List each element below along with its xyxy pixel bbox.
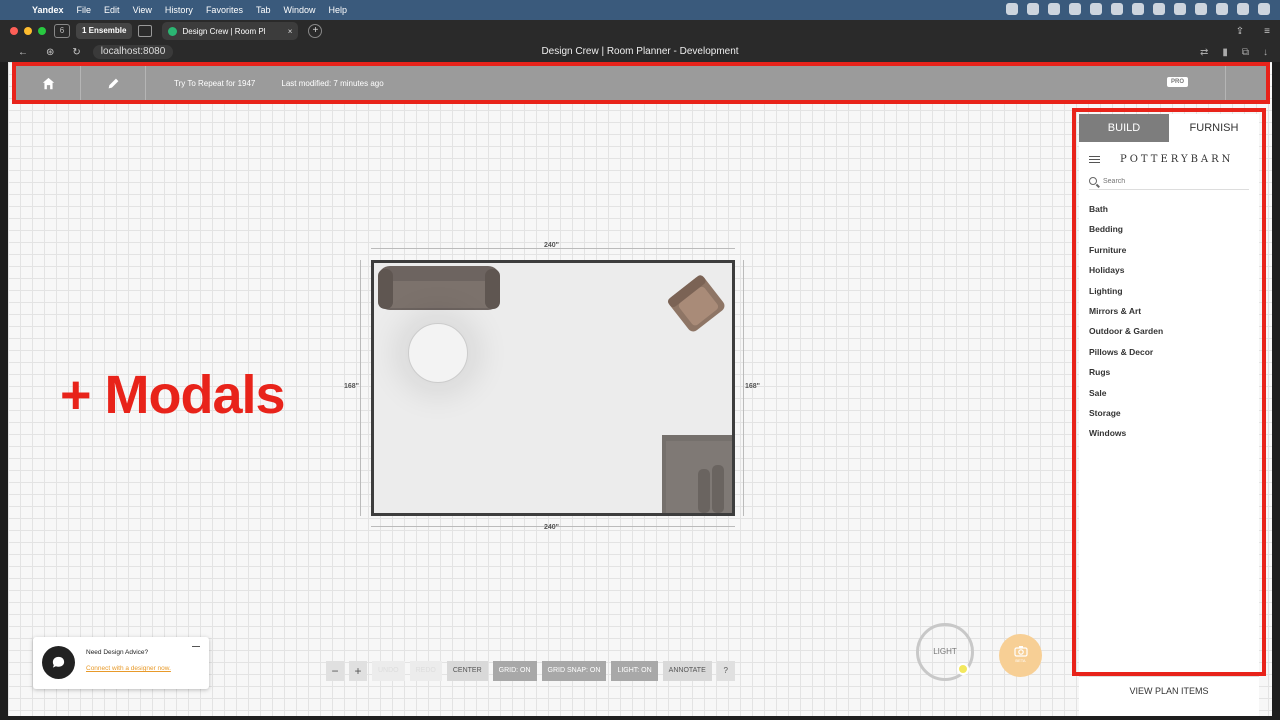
highlight-box-panel	[1072, 108, 1266, 676]
view-plan-items-button[interactable]: VIEW PLAN ITEMS	[1079, 676, 1259, 704]
close-window-button[interactable]	[10, 27, 18, 35]
modals-annotation: + Modals	[60, 365, 286, 425]
reload-icon[interactable]: ↻	[72, 47, 80, 58]
control-center-icon[interactable]	[1237, 3, 1249, 15]
window-controls	[10, 27, 46, 35]
design-advice-widget: Need Design Advice? Connect with a desig…	[33, 637, 209, 689]
status-icons	[1006, 3, 1270, 15]
dimension-line-left	[360, 260, 361, 516]
room-planner-app: Try To Repeat for 1947 Last modified: 7 …	[8, 62, 1272, 716]
folder-icon[interactable]	[138, 25, 153, 37]
tab-title: Design Crew | Room Pl	[182, 26, 266, 36]
bluetooth-icon[interactable]	[1132, 3, 1144, 15]
sofa[interactable]	[374, 263, 503, 313]
tab-design-crew[interactable]: Design Crew | Room Pl ×	[162, 22, 299, 40]
share-icon[interactable]: ⇪	[1236, 26, 1244, 37]
connect-designer-link[interactable]: Connect with a designer now.	[86, 665, 171, 672]
zoom-window-button[interactable]	[38, 27, 46, 35]
menu-file[interactable]: File	[77, 5, 92, 15]
dimension-bottom: 240"	[544, 524, 559, 531]
dimension-line-right	[743, 260, 744, 516]
annotate-button[interactable]: ANNOTATE	[662, 661, 712, 681]
shield-icon[interactable]	[1048, 3, 1060, 15]
armchair[interactable]	[664, 273, 728, 333]
sectional-sofa[interactable]	[662, 435, 735, 516]
page-title: Design Crew | Room Planner - Development	[541, 46, 739, 57]
advice-question: Need Design Advice?	[86, 649, 149, 656]
camera-button[interactable]: BETA	[999, 634, 1042, 677]
favicon-icon	[168, 26, 178, 36]
menu-help[interactable]: Help	[328, 5, 347, 15]
battery-icon[interactable]	[1174, 3, 1186, 15]
play-icon[interactable]	[1111, 3, 1123, 15]
siri-icon[interactable]	[1258, 3, 1270, 15]
tab-close-icon[interactable]: ×	[288, 27, 293, 36]
back-icon[interactable]: ←	[18, 47, 28, 58]
minimize-window-button[interactable]	[24, 27, 32, 35]
search-icon[interactable]	[1216, 3, 1228, 15]
coffee-table[interactable]	[408, 323, 468, 383]
menu-edit[interactable]: Edit	[104, 5, 120, 15]
minimize-icon[interactable]	[192, 646, 200, 647]
menu-app[interactable]: Yandex	[32, 5, 64, 15]
room-floor[interactable]	[371, 260, 735, 516]
macos-menubar: Yandex File Edit View History Favorites …	[0, 0, 1280, 20]
canvas-controls: − + UNDO REDO CENTER GRID: ON GRID SNAP:…	[326, 661, 735, 681]
translate-icon[interactable]: ⇄	[1200, 47, 1208, 58]
wifi-icon[interactable]	[1195, 3, 1207, 15]
undo-button[interactable]: UNDO	[372, 661, 405, 681]
grid-toggle[interactable]: GRID: ON	[492, 661, 537, 681]
bookmark-icon[interactable]: ▮	[1222, 47, 1228, 58]
zoom-out-button[interactable]: −	[326, 661, 344, 681]
url-field[interactable]: localhost:8080	[92, 45, 174, 59]
cloud-icon[interactable]	[1069, 3, 1081, 15]
download-icon[interactable]: ↓	[1263, 47, 1268, 58]
screen-icon[interactable]	[1006, 3, 1018, 15]
location-icon[interactable]	[1027, 3, 1039, 15]
extensions-icon[interactable]: ⧉	[1242, 47, 1249, 58]
menu-history[interactable]: History	[165, 5, 193, 15]
dimension-right: 168"	[745, 383, 760, 390]
zoom-in-button[interactable]: +	[349, 661, 367, 681]
sync-icon[interactable]	[1090, 3, 1102, 15]
tab-group-ensemble[interactable]: 1 Ensemble	[76, 23, 133, 39]
camera-caption: BETA	[1015, 658, 1026, 663]
flag-icon[interactable]	[1153, 3, 1165, 15]
grid-snap-toggle[interactable]: GRID SNAP: ON	[541, 661, 607, 681]
address-bar-row: ← ⊛ ↻ localhost:8080 Design Crew | Room …	[0, 42, 1280, 62]
menu-window[interactable]: Window	[283, 5, 315, 15]
browser-tabbar: 6 1 Ensemble Design Crew | Room Pl × + ⇪…	[0, 20, 1280, 42]
dimension-left: 168"	[344, 383, 359, 390]
new-tab-button[interactable]: +	[308, 24, 323, 38]
menu-tab[interactable]: Tab	[256, 5, 271, 15]
highlight-box-toolbar	[12, 62, 1270, 104]
redo-button[interactable]: REDO	[409, 661, 442, 681]
camera-icon	[1013, 646, 1028, 657]
help-button[interactable]: ?	[716, 661, 735, 681]
dimension-top: 240"	[544, 242, 559, 249]
tab-counter-icon[interactable]: 6	[54, 24, 70, 38]
light-dial-handle[interactable]	[957, 663, 969, 675]
protect-icon[interactable]: ⊛	[46, 47, 54, 58]
menu-favorites[interactable]: Favorites	[206, 5, 243, 15]
menu-icon[interactable]: ≡	[1264, 26, 1270, 37]
menu-view[interactable]: View	[133, 5, 152, 15]
center-button[interactable]: CENTER	[446, 661, 488, 681]
light-toggle[interactable]: LIGHT: ON	[611, 661, 658, 681]
chat-icon[interactable]	[42, 646, 75, 679]
